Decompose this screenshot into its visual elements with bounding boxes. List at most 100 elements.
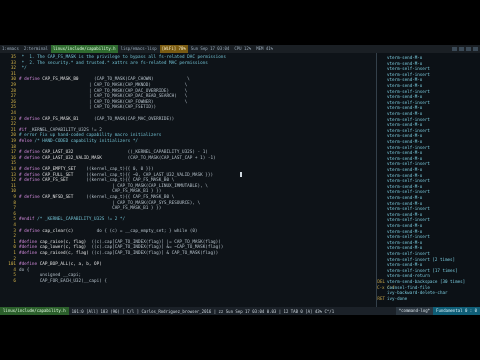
command-name: vterm-self-insert (387, 71, 430, 77)
code-line[interactable]: 6 (0, 212, 19, 217)
code-line[interactable]: 30 # define CAP_FS_MASK_B0 (CAP_TO_MASK(C… (0, 77, 190, 82)
line-number: 22 (10, 122, 16, 128)
command-name: vterm-send-M-o (387, 55, 423, 60)
code-line[interactable]: 31 (0, 72, 19, 77)
code-line[interactable]: 28 | CAP_TO_MASK(CAP_DAC_OVERRIDE) \ (0, 89, 187, 94)
code-token: # error Fix up hand-coded capability mac… (19, 133, 162, 139)
workspace-tab[interactable]: [WiFi] 78% (159, 45, 188, 53)
code-line[interactable]: 1 #define cap_raised(c, flag) ((c).cap[CA… (0, 251, 218, 256)
code-token: cap_raised(c, flag) (39, 251, 89, 256)
command-log-entry: vterm-self-insert (377, 128, 430, 133)
mouse-cursor-icon (240, 172, 242, 177)
workspace-tab[interactable]: CPU 12% (232, 45, 253, 53)
code-line[interactable]: 10 CAP_FS_MASK_B1 } }) (0, 189, 161, 194)
workspace-tab[interactable]: linux/include/capability.h (50, 45, 118, 53)
command-log-pane[interactable]: vterm-send-M-o vterm-send-M-o vterm-self-i… (377, 53, 480, 307)
code-line[interactable]: 17 # define CAP_LAST_U32 ((_KERNEL_CAPABI… (0, 150, 208, 155)
workspace-tab[interactable]: lisp/emacs-lisp (119, 45, 159, 53)
command-name: vterm-self-insert [2 times] (387, 256, 456, 262)
code-line[interactable]: 5 #endif /* _KERNEL_CAPABILITY_U32S != 2 … (0, 217, 125, 222)
code-token: (CAP_TO_MASK(CAP_MAC_OVERRIDE)) (78, 116, 175, 122)
command-log-entry: RET ivy-done (377, 296, 407, 301)
code-token: ((kernel_cap_t){{ 0, 0 }}) (75, 167, 154, 172)
code-line[interactable]: 7 CAP_FS_MASK_B1 } }) (0, 206, 161, 211)
key-binding: RET (377, 295, 385, 301)
code-line[interactable]: 9 # define CAP_NFSD_SET ((kernel_cap_t){{… (0, 195, 174, 200)
code-line[interactable]: 32 */ (0, 66, 27, 71)
command-log-entry: vterm-self-insert (377, 234, 430, 239)
letterbox-bottom (0, 315, 480, 360)
workspace-tab[interactable]: 2:terminal (22, 45, 50, 53)
command-log-entry: vterm-send-M-o (377, 105, 422, 110)
line-number: 17 (10, 150, 16, 156)
code-token: CAP_LAST_U32 (42, 150, 74, 156)
command-log-entry: vterm-self-insert (377, 117, 430, 122)
command-name: vterm-send-M-o (387, 223, 423, 228)
code-line[interactable]: 24 (0, 111, 19, 116)
code-token: # define (19, 195, 43, 200)
code-line[interactable]: 12 # define CAP_FS_SET ((kernel_cap_t){{ … (0, 178, 174, 183)
code-line[interactable]: 29 | CAP_TO_MASK(CAP_MKNOD) \ (0, 83, 187, 88)
letterbox-top (0, 0, 480, 45)
code-line[interactable]: 6 CAP_FOR_EACH_U32(__capi) { (0, 279, 107, 284)
code-line[interactable]: 15 (0, 161, 19, 166)
top-status-bar: 1:emacs 2:terminal linux/include/capabilit… (0, 45, 480, 53)
code-line[interactable]: 25 | CAP_TO_MASK(CAP_FSETID)) (0, 105, 156, 110)
code-line[interactable]: 22 (0, 122, 19, 127)
command-log-entry: C-x C-fcounsel-find-file (377, 285, 430, 290)
code-line[interactable]: 4 (0, 223, 19, 228)
code-token: CAP_FS_MASK_B1 } }) (19, 206, 162, 212)
code-line[interactable]: 19 #else /* HAND-CODED capability initial… (0, 139, 138, 144)
code-line[interactable]: 2 (0, 257, 19, 262)
tray-icon (459, 47, 464, 51)
code-line[interactable]: 8 | CAP_TO_MASK(CAP_SYS_RESOURCE), \ (0, 201, 200, 206)
line-number: 12 (10, 178, 16, 184)
code-line[interactable]: 5 unsigned __capi; (0, 273, 81, 278)
code-line[interactable]: 101 #define CAP_BOP_ALL(c, a, b, OP) (0, 262, 102, 267)
command-name: vterm-send-M-o (387, 172, 423, 178)
command-name: vterm-send-M-o (387, 77, 423, 83)
code-token: (CAP_TO_MASK(CAP_CHOWN) \ (78, 77, 190, 83)
command-log-entry: vterm-send-M-o (377, 245, 422, 250)
line-number: 21 (10, 127, 16, 133)
code-token: #else (19, 139, 35, 144)
command-log-entry: vterm-self-insert (377, 145, 430, 150)
code-line[interactable]: 23 # define CAP_FS_MASK_B1 (CAP_TO_MASK(C… (0, 117, 174, 122)
line-number: 23 (10, 116, 16, 122)
code-line[interactable]: 3 # define cap_clear(c) do { (c) = __cap_… (0, 228, 197, 234)
line-number: 26 (10, 99, 16, 105)
line-number: 13 (10, 172, 16, 178)
workspace-tab[interactable]: MEM 41% (254, 45, 275, 53)
code-token: # define (19, 116, 43, 122)
command-name: vterm-send-M-o (387, 167, 423, 172)
code-line[interactable]: 20 # error Fix up hand-coded capability m… (0, 133, 161, 138)
command-log-entry: ivy-backward-delete-char (377, 290, 448, 295)
key-binding: C-x C-f (377, 284, 395, 290)
code-token: CAP_FULL_SET (42, 172, 74, 178)
tray-icon (466, 47, 471, 51)
command-name: vterm-self-insert (387, 178, 430, 184)
line-number: 28 (10, 88, 16, 94)
code-editor-pane[interactable]: 35 * 1. The CAP_FS_MASK is the privilege… (0, 53, 376, 307)
line-number: 7 (13, 206, 16, 212)
command-name: vterm-self-insert (387, 206, 430, 212)
code-line[interactable]: 2 (0, 234, 19, 239)
command-name: vterm-send-M-o (387, 245, 423, 251)
code-line[interactable]: 0 #define cap_lower(c, flag) ((c).cap[CAP… (0, 245, 223, 250)
code-line[interactable]: 33 * 2. The security.* and trusted.* xat… (0, 61, 208, 66)
code-token: cap_clear(c) (42, 228, 74, 234)
code-line[interactable]: 13 # define CAP_FULL_SET ((kernel_cap_t){… (0, 173, 213, 178)
command-name: vterm-send-return (387, 273, 430, 279)
workspace-tab[interactable]: Sun Sep 17 03:04 (189, 45, 232, 53)
code-line[interactable]: 27 | CAP_TO_MASK(CAP_DAC_READ_SEARCH) \ (0, 94, 187, 99)
code-line[interactable]: 16 # define CAP_LAST_U32_VALID_MASK (CAP_… (0, 156, 216, 161)
code-line[interactable]: 35 * 1. The CAP_FS_MASK is the privilege… (0, 55, 226, 60)
code-token: #define (19, 262, 40, 268)
code-token: ((c).cap[CAP_TO_INDEX(flag)] &= ~CAP_TO_… (86, 245, 224, 251)
code-line[interactable]: 18 (0, 145, 19, 150)
status-mode: Fundamental 0 : 0 (433, 307, 480, 315)
code-line[interactable]: 14 # define CAP_EMPTY_SET ((kernel_cap_t)… (0, 167, 154, 172)
line-number: 16 (10, 155, 16, 161)
workspace-tab[interactable]: 1:emacs (0, 45, 21, 53)
code-token: CAP_LAST_U32_VALID_MASK (42, 155, 102, 161)
